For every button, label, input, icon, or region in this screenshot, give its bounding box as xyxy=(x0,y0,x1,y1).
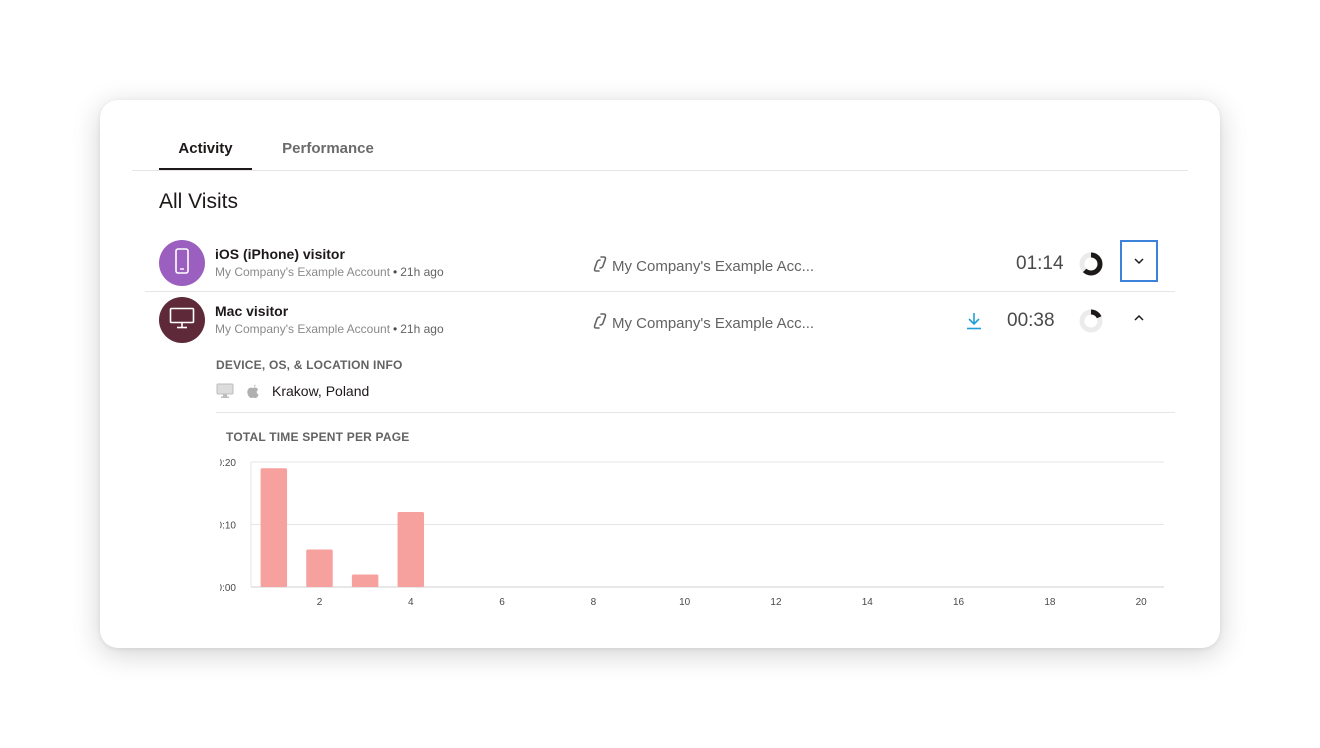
chart-heading: TOTAL TIME SPENT PER PAGE xyxy=(226,430,410,444)
y-tick-label: 00:20 xyxy=(220,458,236,469)
x-tick-label: 2 xyxy=(317,597,323,608)
chart-bar[interactable] xyxy=(351,574,379,588)
chevron-down-icon xyxy=(1133,252,1145,270)
page-title: All Visits xyxy=(159,190,238,213)
link-icon xyxy=(593,312,612,334)
visit-row[interactable]: Mac visitor My Company's Example Account… xyxy=(145,292,1175,348)
y-tick-label: 00:00 xyxy=(220,583,236,594)
y-tick-label: 00:10 xyxy=(220,521,236,532)
x-tick-label: 4 xyxy=(408,597,414,608)
x-tick-label: 18 xyxy=(1044,597,1056,608)
desktop-icon xyxy=(216,383,234,399)
visit-duration: 00:38 xyxy=(1007,310,1055,331)
location-text: Krakow, Poland xyxy=(272,383,370,399)
device-info: Krakow, Poland xyxy=(216,383,369,399)
visit-meta: My Company's Example Account • 21h ago xyxy=(215,265,444,279)
visit-row[interactable]: iOS (iPhone) visitor My Company's Exampl… xyxy=(145,235,1175,292)
tab-performance[interactable]: Performance xyxy=(274,140,382,170)
x-tick-label: 14 xyxy=(862,597,874,608)
chart-bar[interactable] xyxy=(260,468,288,587)
x-tick-label: 10 xyxy=(679,597,691,608)
chart-bar[interactable] xyxy=(397,512,425,587)
time-per-page-chart: 00:00 00:10 00:20 2 4 6 8 10 12 14 16 18 20 xyxy=(220,458,1164,608)
visit-link-text[interactable]: My Company's Example Acc... xyxy=(612,258,814,275)
chevron-up-icon xyxy=(1133,309,1145,327)
meta-separator: • xyxy=(393,322,398,336)
visitor-name: Mac visitor xyxy=(215,303,289,319)
link-icon xyxy=(593,255,612,277)
avatar xyxy=(159,240,205,286)
tab-bar: Activity Performance xyxy=(132,130,1188,171)
avatar xyxy=(159,297,205,343)
progress-ring-icon xyxy=(1079,309,1103,333)
apple-icon xyxy=(246,383,260,399)
x-tick-label: 12 xyxy=(770,597,782,608)
collapse-button[interactable] xyxy=(1120,297,1158,339)
meta-separator: • xyxy=(393,265,398,279)
x-tick-label: 8 xyxy=(591,597,597,608)
visit-meta: My Company's Example Account • 21h ago xyxy=(215,322,444,336)
expand-button[interactable] xyxy=(1120,240,1158,282)
device-info-heading: DEVICE, OS, & LOCATION INFO xyxy=(216,358,403,372)
phone-icon xyxy=(174,247,190,279)
chart-bar[interactable] xyxy=(306,549,333,588)
visit-link[interactable]: My Company's Example Acc... xyxy=(593,312,814,334)
divider xyxy=(216,412,1175,413)
monitor-icon xyxy=(169,307,195,334)
visits-card: Activity Performance All Visits iOS (iPh… xyxy=(100,100,1220,648)
x-tick-label: 16 xyxy=(953,597,965,608)
visit-time-ago: 21h ago xyxy=(400,322,444,336)
visitor-name: iOS (iPhone) visitor xyxy=(215,246,345,262)
download-icon[interactable] xyxy=(966,312,982,335)
visit-account: My Company's Example Account xyxy=(215,322,391,336)
progress-ring-icon xyxy=(1079,252,1103,276)
visit-link-text[interactable]: My Company's Example Acc... xyxy=(612,315,814,332)
visit-link[interactable]: My Company's Example Acc... xyxy=(593,255,814,277)
x-tick-label: 6 xyxy=(499,597,505,608)
tab-activity[interactable]: Activity xyxy=(159,140,252,170)
visit-duration: 01:14 xyxy=(1016,253,1064,274)
x-tick-label: 20 xyxy=(1136,597,1148,608)
visit-time-ago: 21h ago xyxy=(400,265,444,279)
visit-account: My Company's Example Account xyxy=(215,265,391,279)
